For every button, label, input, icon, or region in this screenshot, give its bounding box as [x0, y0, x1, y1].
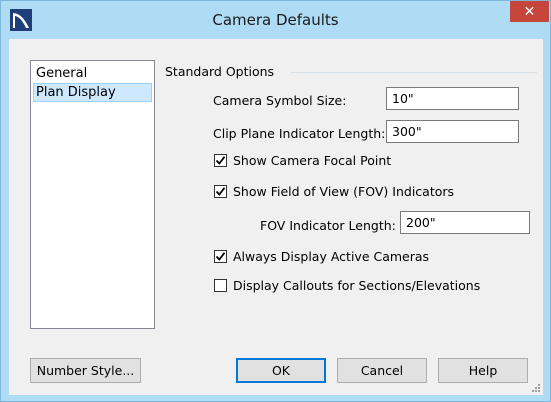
resize-grip-icon[interactable]: [531, 383, 541, 393]
show-focal-point-checkbox-row[interactable]: Show Camera Focal Point: [214, 153, 391, 168]
show-fov-label: Show Field of View (FOV) Indicators: [233, 184, 455, 199]
number-style-button[interactable]: Number Style...: [30, 358, 141, 383]
cancel-button[interactable]: Cancel: [337, 358, 427, 383]
camera-defaults-dialog: Camera Defaults ✕ General Plan Display S…: [0, 0, 551, 402]
display-callouts-label: Display Callouts for Sections/Elevations: [233, 278, 481, 293]
show-focal-point-label: Show Camera Focal Point: [233, 153, 392, 168]
camera-symbol-size-label: Camera Symbol Size:: [213, 93, 347, 108]
display-callouts-checkbox-row[interactable]: Display Callouts for Sections/Elevations: [214, 278, 480, 293]
title-bar[interactable]: Camera Defaults ✕: [1, 1, 550, 39]
camera-symbol-size-input[interactable]: 10": [386, 87, 519, 110]
category-list[interactable]: General Plan Display: [30, 60, 155, 329]
dialog-body: General Plan Display Standard Options Ca…: [9, 39, 543, 395]
always-display-active-label: Always Display Active Cameras: [233, 249, 430, 264]
category-item-plan-display[interactable]: Plan Display: [33, 83, 152, 102]
close-icon: ✕: [523, 3, 536, 20]
display-callouts-checkbox[interactable]: [214, 279, 227, 292]
checkmark-icon: [215, 252, 226, 261]
group-title-standard-options: Standard Options: [165, 64, 275, 79]
show-focal-point-checkbox[interactable]: [214, 154, 227, 167]
show-fov-checkbox-row[interactable]: Show Field of View (FOV) Indicators: [214, 184, 454, 199]
ok-button[interactable]: OK: [236, 358, 326, 383]
show-fov-checkbox[interactable]: [214, 185, 227, 198]
help-button[interactable]: Help: [438, 358, 528, 383]
fov-length-label: FOV Indicator Length:: [260, 218, 396, 233]
checkmark-icon: [215, 187, 226, 196]
clip-plane-length-label: Clip Plane Indicator Length:: [213, 126, 386, 141]
group-divider: [291, 72, 537, 73]
always-display-active-checkbox-row[interactable]: Always Display Active Cameras: [214, 249, 429, 264]
always-display-active-checkbox[interactable]: [214, 250, 227, 263]
fov-length-input[interactable]: 200": [400, 211, 530, 234]
checkmark-icon: [215, 156, 226, 165]
close-button[interactable]: ✕: [510, 1, 549, 22]
clip-plane-length-input[interactable]: 300": [386, 120, 519, 143]
category-item-general[interactable]: General: [33, 64, 152, 83]
dialog-title: Camera Defaults: [212, 11, 339, 29]
